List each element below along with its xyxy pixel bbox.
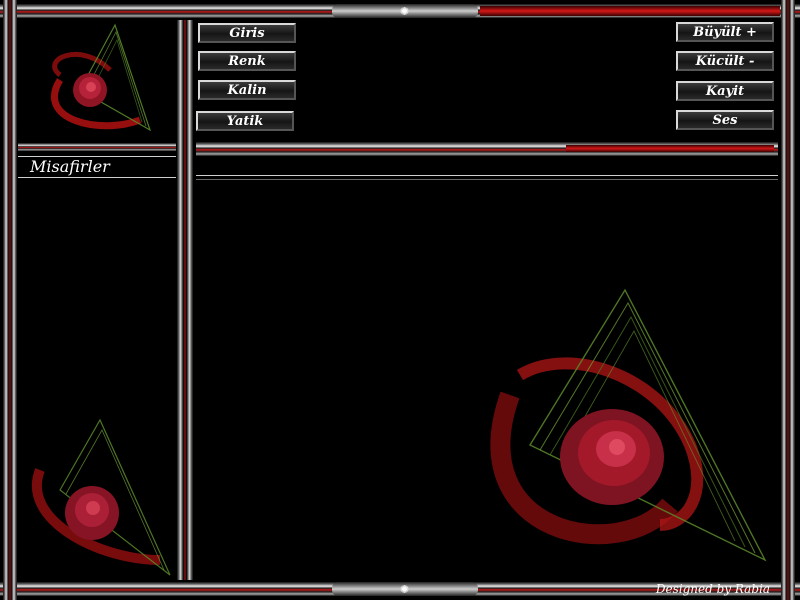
yatik-button[interactable]: Yatik — [196, 111, 294, 131]
kayit-button[interactable]: Kayit — [676, 81, 774, 101]
right-red-accent — [566, 145, 774, 152]
kalin-button[interactable]: Kalin — [198, 80, 296, 100]
top-red-accent — [480, 6, 780, 16]
rose-icon — [65, 486, 119, 540]
right-frame — [781, 0, 795, 600]
bottom-ornament: ✺ — [332, 582, 478, 596]
ses-button[interactable]: Ses — [676, 110, 774, 130]
giris-button[interactable]: Giris — [198, 23, 296, 43]
renk-button[interactable]: Renk — [198, 51, 296, 71]
rose-logo — [50, 23, 152, 132]
right-line — [196, 175, 778, 176]
footer-credit: Designed by Rabia — [655, 582, 770, 596]
left-panel-separator — [18, 143, 176, 151]
buyult-button[interactable]: Büyült + — [676, 22, 774, 42]
left-line-2 — [18, 177, 176, 178]
ornament-icon: ✺ — [399, 582, 411, 596]
left-frame — [3, 0, 17, 600]
rose-decoration-small — [32, 418, 171, 576]
right-line-2 — [196, 179, 778, 180]
sidebar-title: Misafirler — [30, 157, 110, 176]
ornament-icon: ✺ — [399, 4, 411, 18]
rose-icon — [560, 409, 664, 505]
rose-decoration-large — [490, 288, 767, 562]
top-ornament: ✺ — [332, 4, 478, 18]
kucult-button[interactable]: Kücült - — [676, 51, 774, 71]
rose-icon — [73, 73, 107, 107]
